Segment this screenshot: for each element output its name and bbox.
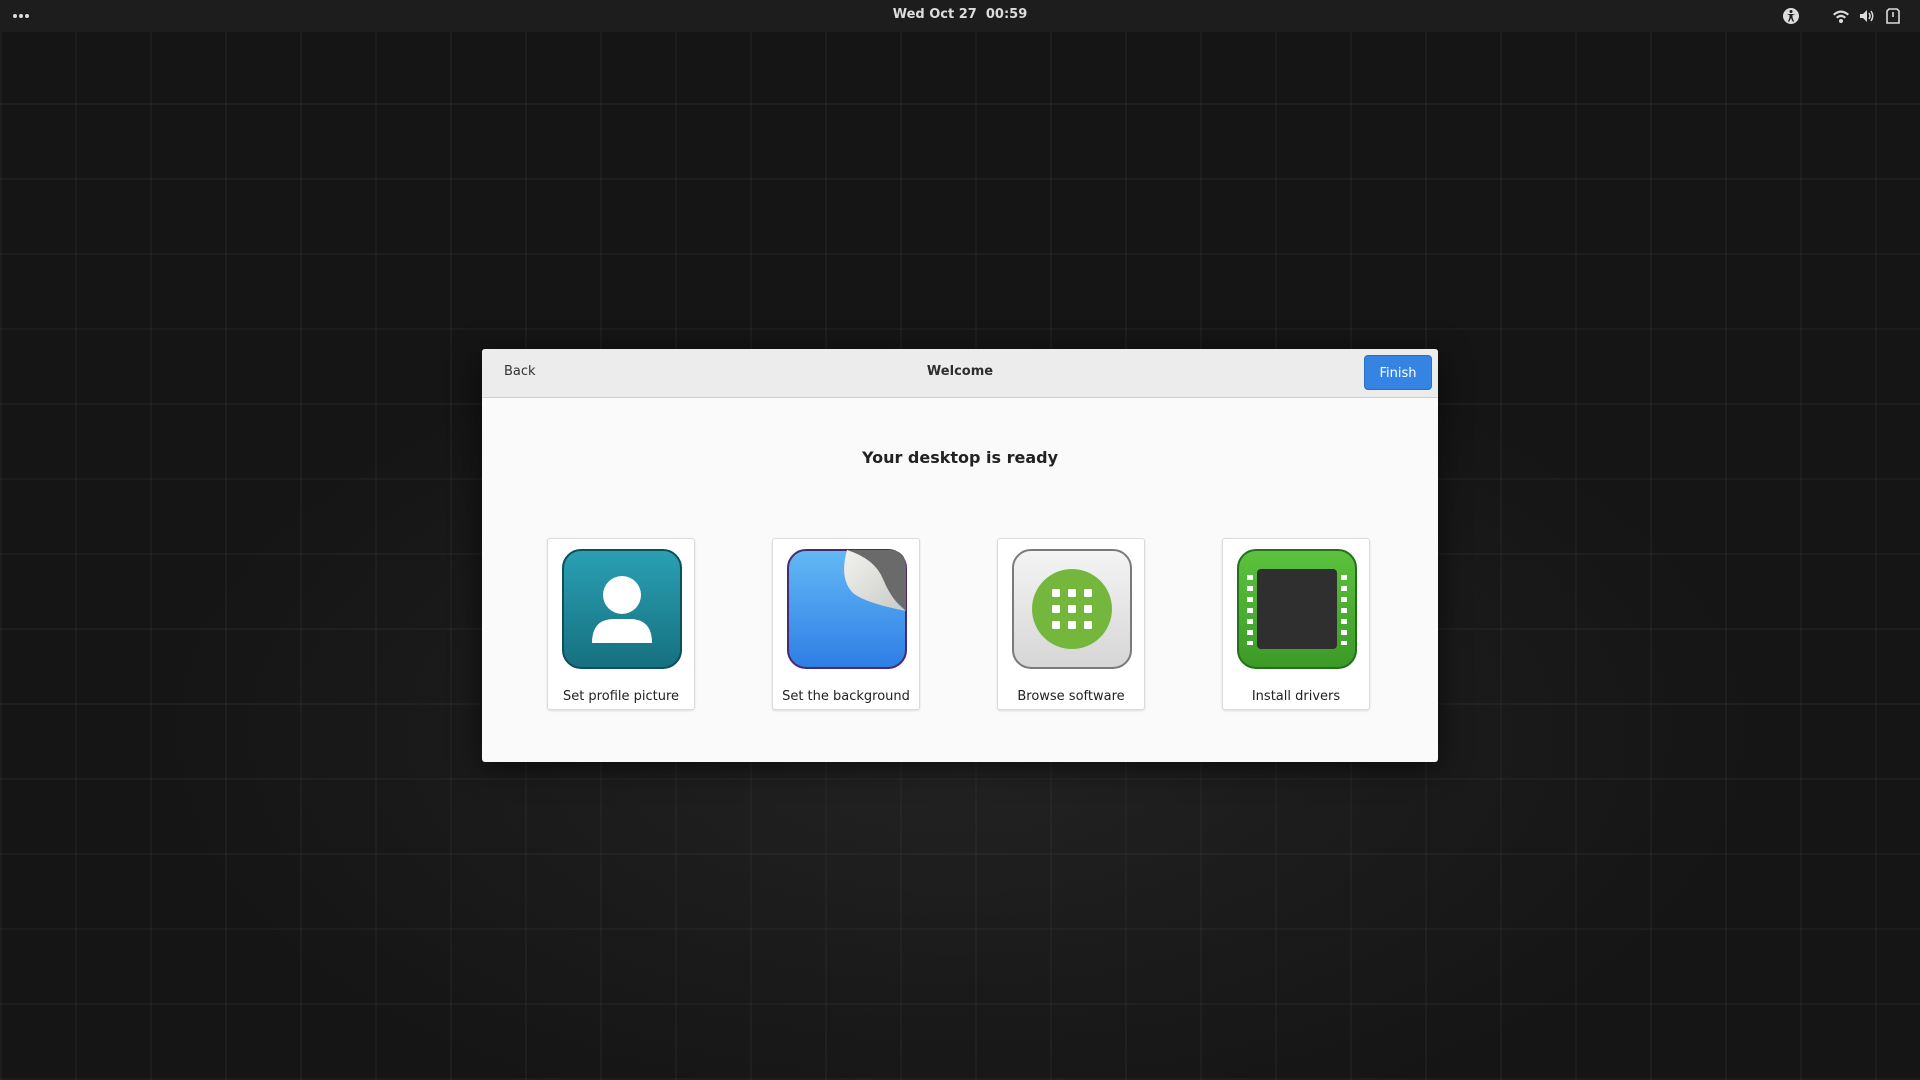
accessibility-menu[interactable] bbox=[1782, 7, 1800, 25]
tile-label: Install drivers bbox=[1251, 689, 1341, 704]
volume-icon bbox=[1858, 7, 1876, 25]
tile-browse-software[interactable]: Browse software bbox=[997, 538, 1145, 710]
power-icon bbox=[1884, 7, 1902, 25]
dialog-header: Back Welcome Finish bbox=[482, 349, 1438, 398]
tile-label: Browse software bbox=[1017, 689, 1125, 704]
drivers-chip-icon bbox=[1237, 549, 1357, 669]
tile-label: Set profile picture bbox=[562, 689, 680, 704]
tile-set-background[interactable]: Set the background bbox=[772, 538, 920, 710]
system-menu[interactable] bbox=[1832, 7, 1902, 25]
tile-set-profile-picture[interactable]: Set profile picture bbox=[547, 538, 695, 710]
dialog-title: Welcome bbox=[926, 364, 994, 379]
accessibility-icon bbox=[1783, 8, 1799, 24]
wifi-icon bbox=[1832, 7, 1850, 25]
top-bar: Wed Oct 27 00:59 bbox=[0, 0, 1920, 32]
page-heading: Your desktop is ready bbox=[861, 448, 1059, 467]
profile-picture-icon bbox=[562, 549, 682, 669]
welcome-dialog: Back Welcome Finish Your desktop is read… bbox=[482, 349, 1438, 762]
finish-button[interactable]: Finish bbox=[1364, 355, 1432, 390]
background-wallpaper-icon bbox=[787, 549, 907, 669]
tile-label: Set the background bbox=[782, 689, 910, 704]
tile-install-drivers[interactable]: Install drivers bbox=[1222, 538, 1370, 710]
software-store-icon bbox=[1012, 549, 1132, 669]
clock[interactable]: Wed Oct 27 00:59 bbox=[0, 7, 1920, 22]
